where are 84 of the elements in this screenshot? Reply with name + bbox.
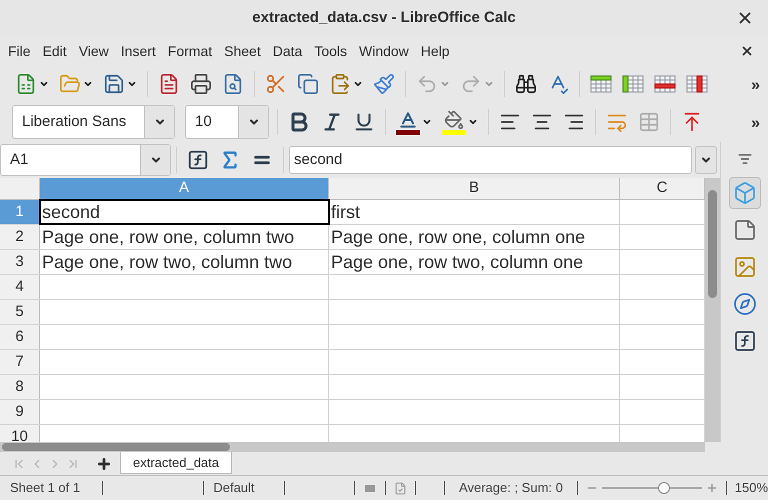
table-cell-text: Page one, row one, column one [331, 226, 586, 249]
framed-picture-icon [732, 255, 756, 279]
function-icon [187, 149, 209, 171]
redo-icon [460, 73, 482, 95]
caret-icon [422, 117, 432, 127]
binoculars-icon [515, 73, 537, 95]
column-header[interactable]: B [329, 178, 620, 199]
table-column-icon [622, 74, 644, 94]
scissors-icon [265, 73, 287, 95]
paintbrush-icon [373, 73, 395, 95]
font-size-dropdown[interactable]: 10 [185, 105, 269, 139]
row-header[interactable]: 9 [0, 400, 40, 424]
scrollbar-thumb[interactable] [708, 190, 717, 298]
sheet-count: Sheet 1 of 1 [9, 479, 82, 498]
more-button[interactable]: » [751, 112, 760, 136]
table-row-icon [654, 74, 676, 94]
font-name-dropdown[interactable]: Liberation Sans [12, 105, 175, 139]
page-icon [732, 218, 756, 242]
row-header[interactable]: 6 [0, 325, 40, 349]
compass-icon [732, 292, 756, 316]
zoom-level: 150% [734, 479, 768, 498]
zoom-in-icon[interactable] [706, 482, 718, 494]
caret-icon [484, 79, 494, 89]
row-header[interactable]: 7 [0, 350, 40, 374]
formula-input[interactable]: second [289, 146, 692, 174]
table-cell-text: second [42, 200, 100, 224]
more-button[interactable]: » [751, 74, 760, 98]
menu-item[interactable]: Data [266, 40, 308, 62]
copy-icon [297, 73, 319, 95]
caret-icon [83, 79, 93, 89]
row-header[interactable]: 2 [0, 225, 40, 249]
zoom-slider-thumb[interactable] [658, 482, 670, 494]
table-icon [638, 111, 660, 133]
underline-icon [353, 111, 375, 133]
menu-item[interactable]: View [72, 40, 115, 62]
page-magnifier-icon [222, 73, 244, 95]
menu-item[interactable]: File [2, 40, 37, 62]
table-column-icon [686, 74, 708, 94]
table-cell-text: Page one, row one, column two [42, 226, 294, 249]
caret-icon [353, 79, 363, 89]
table-row-icon [590, 74, 612, 94]
window-title: extracted_data.csv - LibreOffice Calc [252, 8, 516, 28]
sidebar-menu-icon[interactable] [738, 152, 752, 166]
properties-deck-button[interactable] [728, 177, 760, 209]
paint-bucket-icon [442, 110, 466, 134]
sheet-tab[interactable]: extracted_data [120, 452, 232, 474]
menu-item[interactable]: Help [414, 40, 456, 62]
caret-icon [468, 117, 478, 127]
menu-item[interactable]: Edit [36, 40, 73, 62]
caret-icon [127, 79, 137, 89]
add-sheet-icon[interactable] [96, 456, 112, 472]
selection-summary: Average: ; Sum: 0 [458, 479, 564, 498]
undo-icon [416, 73, 438, 95]
font-color-icon [396, 110, 420, 134]
menu-item[interactable]: Window [353, 40, 415, 62]
folder-icon [59, 73, 81, 95]
name-box[interactable]: A1 [0, 144, 171, 176]
print-icon [190, 73, 212, 95]
function-icon [732, 329, 756, 353]
cube-icon [732, 181, 756, 205]
save-icon [103, 73, 125, 95]
table-cell-text: Page one, row two, column one [331, 250, 584, 274]
close-icon[interactable] [740, 44, 754, 58]
selection-mode-icon [364, 484, 375, 492]
page-style: Default [212, 479, 256, 498]
table-cell-text: Page one, row two, column two [42, 250, 292, 274]
pdf-icon [158, 73, 180, 95]
caret-icon [39, 79, 49, 89]
row-header[interactable]: 4 [0, 275, 40, 299]
row-header[interactable]: 10 [0, 425, 40, 442]
menu-item[interactable]: Format [162, 40, 218, 62]
menu-item[interactable]: Insert [114, 40, 162, 62]
expand-button[interactable] [695, 146, 717, 174]
row-header[interactable]: 8 [0, 375, 40, 399]
row-header[interactable]: 5 [0, 300, 40, 324]
menu-item[interactable]: Sheet [218, 40, 267, 62]
spreadsheet-icon [15, 73, 37, 95]
scrollbar-thumb[interactable] [2, 443, 230, 451]
menu-item[interactable]: Tools [308, 40, 353, 62]
row-header[interactable]: 3 [0, 250, 40, 274]
caret-icon [440, 79, 450, 89]
document-status-icon [394, 482, 407, 494]
table-cell-text: first [331, 200, 360, 224]
clipboard-icon [329, 73, 351, 95]
